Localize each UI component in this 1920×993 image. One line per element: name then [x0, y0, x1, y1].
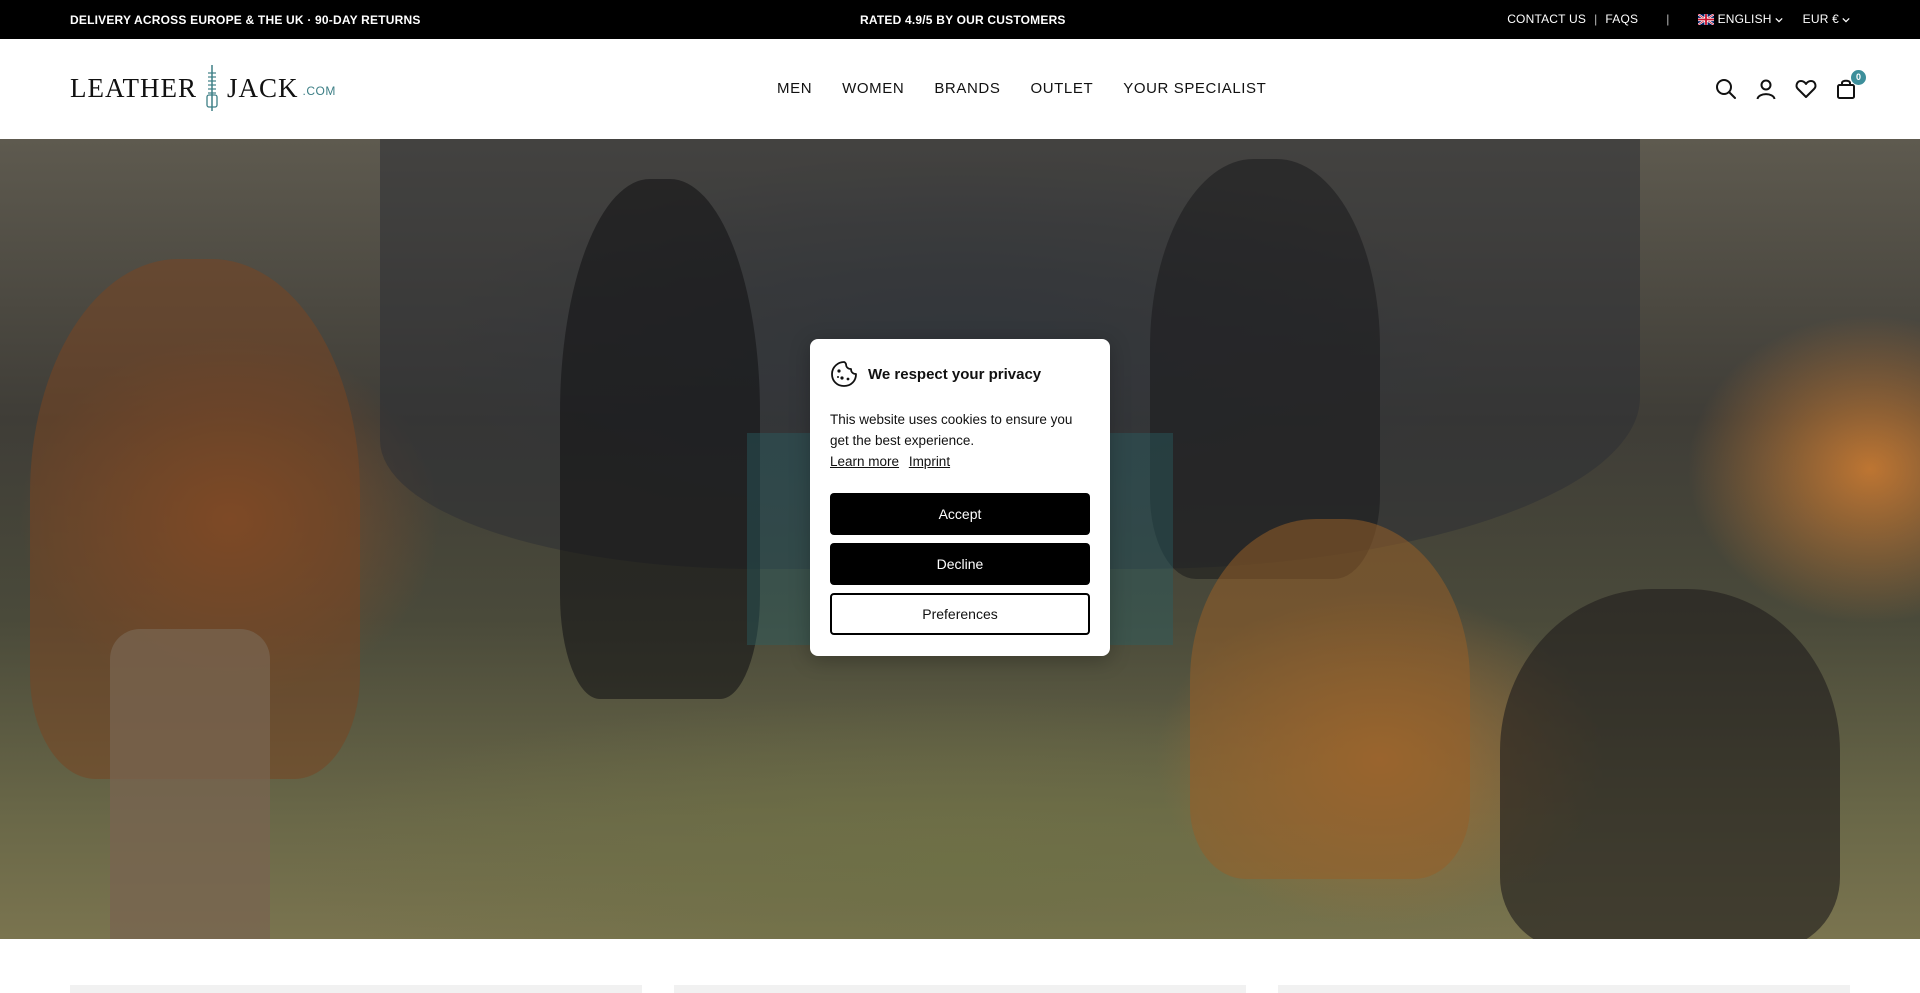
rating-notice: RATED 4.9/5 BY OUR CUSTOMERS — [860, 13, 1066, 27]
wishlist-button[interactable] — [1794, 77, 1818, 101]
nav-outlet[interactable]: OUTLET — [1030, 80, 1093, 97]
cookie-dialog-links: Learn more Imprint — [830, 451, 1090, 472]
search-icon — [1716, 79, 1736, 99]
nav-women[interactable]: WOMEN — [842, 80, 904, 97]
category-card[interactable] — [70, 985, 642, 993]
chevron-down-icon — [1775, 17, 1783, 23]
hero-figure — [1150, 159, 1380, 579]
category-cards-strip — [70, 985, 1850, 993]
uk-flag-icon — [1697, 14, 1714, 26]
announcement-bar: DELIVERY ACROSS EUROPE & THE UK · 90-DAY… — [0, 0, 1920, 39]
logo-suffix: .COM — [302, 84, 336, 98]
cart-count-badge: 0 — [1851, 70, 1866, 85]
hero-figure — [560, 179, 760, 699]
cookie-icon — [831, 361, 857, 387]
site-header: LEATHER JACK .COM MEN WOMEN BRANDS OUTLE… — [0, 39, 1920, 139]
cookie-dialog-title: We respect your privacy — [868, 365, 1042, 383]
currency-label: EUR € — [1802, 12, 1839, 26]
cart-button[interactable]: 0 — [1834, 70, 1866, 101]
site-logo[interactable]: LEATHER JACK .COM — [70, 65, 336, 111]
logo-text-leather: LEATHER — [70, 73, 197, 103]
contact-us-link[interactable]: CONTACT US — [1507, 12, 1586, 26]
account-icon — [1756, 79, 1776, 100]
learn-more-link[interactable]: Learn more — [830, 454, 899, 469]
hero-figure — [1500, 589, 1840, 939]
nav-brands[interactable]: BRANDS — [934, 80, 1000, 97]
category-card[interactable] — [1278, 985, 1850, 993]
decline-button[interactable]: Decline — [830, 543, 1090, 585]
language-label: ENGLISH — [1717, 12, 1772, 26]
category-card[interactable] — [674, 985, 1246, 993]
cookie-dialog-message: This website uses cookies to ensure you … — [830, 412, 1073, 448]
zipper-logo-icon — [206, 65, 218, 111]
cookie-consent-dialog: We respect your privacy This website use… — [810, 339, 1110, 656]
delivery-notice: DELIVERY ACROSS EUROPE & THE UK · 90-DAY… — [70, 13, 421, 27]
header-actions: 0 — [1714, 70, 1866, 101]
nav-your-specialist[interactable]: YOUR SPECIALIST — [1123, 80, 1266, 97]
hero-figure — [1190, 519, 1470, 879]
main-navigation: MEN WOMEN BRANDS OUTLET YOUR SPECIALIST — [777, 80, 1266, 97]
topbar-utility-links: CONTACT US | FAQS | ENGLISH EUR € — [1507, 12, 1850, 26]
nav-men[interactable]: MEN — [777, 80, 812, 97]
faqs-link[interactable]: FAQS — [1605, 12, 1638, 26]
imprint-link[interactable]: Imprint — [909, 454, 950, 469]
search-button[interactable] — [1714, 77, 1738, 101]
preferences-button[interactable]: Preferences — [830, 593, 1090, 635]
chevron-down-icon — [1842, 17, 1850, 23]
hero-stump — [110, 629, 270, 939]
account-button[interactable] — [1754, 77, 1778, 101]
accept-button[interactable]: Accept — [830, 493, 1090, 535]
language-selector[interactable]: ENGLISH — [1697, 12, 1783, 26]
wishlist-icon — [1795, 80, 1817, 98]
currency-selector[interactable]: EUR € — [1803, 12, 1850, 26]
cookie-dialog-header: We respect your privacy — [830, 359, 1090, 389]
logo-text-jack: JACK — [226, 73, 299, 103]
separator: | — [1666, 12, 1670, 26]
separator: | — [1594, 12, 1598, 26]
